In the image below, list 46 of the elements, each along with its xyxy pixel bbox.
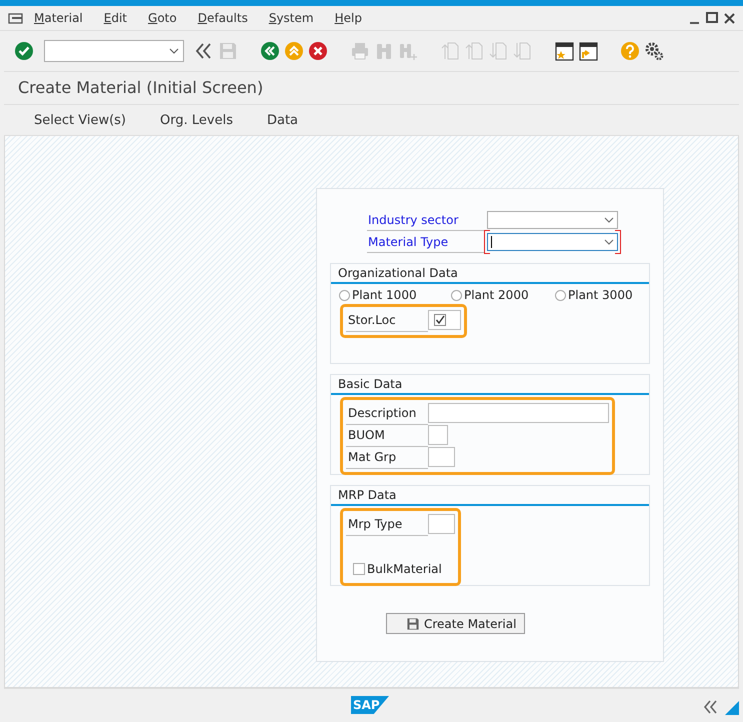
toolbar-button[interactable]: Org. Levels (150, 108, 243, 132)
radio-button[interactable] (451, 290, 462, 300)
menu-item[interactable]: Edit (104, 11, 128, 25)
input-field[interactable] (428, 514, 455, 534)
command-field[interactable] (44, 40, 184, 62)
enter-icon[interactable] (14, 41, 34, 61)
menu-item[interactable]: Help (334, 11, 362, 25)
input-field[interactable] (428, 403, 609, 423)
menu-icon[interactable] (8, 11, 24, 25)
double-chevron-icon[interactable] (703, 699, 717, 715)
group-title: Organizational Data (331, 264, 649, 284)
dropdown-field[interactable] (484, 208, 621, 232)
dropdown-icon (604, 238, 614, 246)
menu-item[interactable]: Material (34, 11, 83, 25)
toolbar-button[interactable]: Data (256, 108, 308, 132)
field-label: Material Type (367, 232, 484, 252)
menu-item[interactable]: System (268, 11, 314, 25)
close-icon[interactable] (724, 12, 735, 24)
radio-button[interactable] (339, 290, 350, 300)
radio-label: Plant 2000 (464, 288, 529, 302)
radio-label: Plant 3000 (568, 288, 633, 302)
group-title: MRP Data (331, 486, 649, 506)
dropdown-field[interactable] (484, 230, 621, 254)
back-icon[interactable] (260, 41, 280, 61)
cancel-icon[interactable] (308, 41, 328, 61)
radio-label: Plant 1000 (352, 288, 417, 302)
checkbox-label: BulkMaterial (367, 562, 442, 576)
settings-icon[interactable] (644, 41, 664, 61)
menu-item[interactable]: Defaults (198, 11, 248, 25)
field-label: Industry sector (367, 210, 484, 230)
save-icon (406, 616, 420, 630)
logo: SAP (351, 696, 389, 714)
toolbar-button[interactable]: Select View(s) (24, 108, 136, 132)
dropdown-icon (604, 216, 614, 224)
maximize-icon[interactable] (706, 12, 718, 24)
checkbox[interactable] (434, 314, 446, 326)
screen-title: Create Material (Initial Screen) (4, 72, 739, 105)
input-field[interactable] (428, 447, 455, 467)
menu-item[interactable]: Goto (148, 11, 177, 25)
group-title: Basic Data (331, 375, 649, 395)
resize-grip-icon[interactable] (725, 701, 739, 715)
create-material-button[interactable]: Create Material (386, 613, 525, 634)
radio-button[interactable] (555, 290, 566, 300)
dropdown-icon (169, 47, 179, 55)
input-field[interactable] (428, 425, 448, 445)
checkbox[interactable] (353, 563, 365, 575)
